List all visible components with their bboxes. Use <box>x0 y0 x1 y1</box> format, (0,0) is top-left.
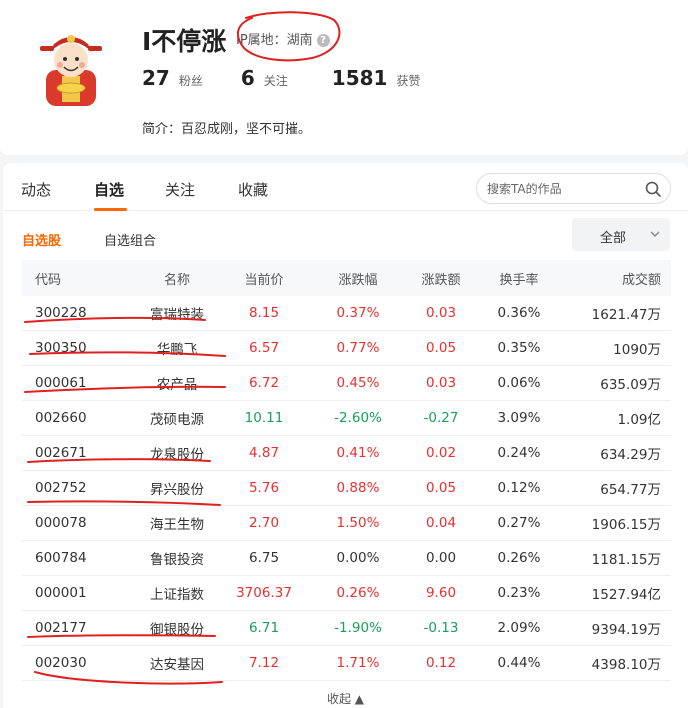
chevron-down-icon <box>650 231 660 237</box>
cell-volume: 1090万 <box>613 342 661 358</box>
header-price[interactable]: 当前价 <box>207 260 321 296</box>
cell-price: 10.11 <box>244 410 284 426</box>
table-row[interactable]: 300350 华鹏飞 6.57 0.77% 0.05 0.35% 1090万 <box>21 331 671 366</box>
tab-dynamics[interactable]: 动态 <box>21 179 51 200</box>
likes-count: 1581 <box>331 66 388 90</box>
profile-card: I不停涨 IP属地：湖南? 27 粉丝 6 关注 1581 获赞 简介：百忍成刚… <box>0 0 688 155</box>
tab-favorites[interactable]: 收藏 <box>238 179 268 200</box>
cell-volume: 635.09万 <box>600 377 661 393</box>
table-row[interactable]: 002671 龙泉股份 4.87 0.41% 0.02 0.24% 634.29万 <box>21 436 671 471</box>
header-code: 代码 <box>35 272 62 288</box>
tab-bar: 动态 自选 关注 收藏 <box>3 163 688 211</box>
cell-price: 6.75 <box>248 550 280 566</box>
filter-label: 全部 <box>600 231 627 246</box>
table-row[interactable]: 300228 富瑞特装 8.15 0.37% 0.03 0.36% 1621.47万 <box>21 296 671 331</box>
cell-turnover: 2.09% <box>497 620 541 636</box>
content-panel: 动态 自选 关注 收藏 自选股 自选组合 全部 代码 名称 当前价 涨跌幅 涨跌… <box>3 163 688 708</box>
ip-location-text: IP属地：湖南 <box>236 33 313 48</box>
cell-price: 6.57 <box>248 340 280 356</box>
cell-turnover: 3.09% <box>497 410 541 426</box>
collapse-button[interactable]: 收起 ▲ <box>3 690 688 707</box>
cell-turnover: 0.12% <box>497 480 541 496</box>
table-row[interactable]: 600784 鲁银投资 6.75 0.00% 0.00 0.26% 1181.15万 <box>21 541 671 576</box>
stock-table: 代码 名称 当前价 涨跌幅 涨跌额 换手率 成交额 300228 富瑞特装 8.15… <box>21 260 671 681</box>
search-box <box>476 173 671 204</box>
search-input[interactable] <box>487 180 637 198</box>
cell-volume: 634.29万 <box>600 447 661 463</box>
subtab-portfolios[interactable]: 自选组合 <box>104 230 156 249</box>
cell-volume: 1181.15万 <box>591 552 661 568</box>
table-row[interactable]: 002177 御银股份 6.71 -1.90% -0.13 2.09% 9394.19万 <box>21 611 671 646</box>
cell-price: 6.71 <box>248 620 280 636</box>
cell-price: 6.72 <box>248 375 280 391</box>
cell-turnover: 0.27% <box>497 515 541 531</box>
tab-following[interactable]: 关注 <box>165 179 195 200</box>
cell-price: 7.12 <box>248 655 280 671</box>
cell-code[interactable]: 000078 <box>35 506 87 540</box>
cell-volume: 654.77万 <box>600 482 661 498</box>
header-volume[interactable]: 成交额 <box>622 260 661 296</box>
cell-turnover: 0.44% <box>497 655 541 671</box>
cell-turnover: 0.23% <box>497 585 541 601</box>
cell-volume: 1527.94亿 <box>591 587 661 603</box>
search-icon[interactable] <box>644 180 662 198</box>
filter-dropdown[interactable]: 全部 <box>572 218 670 251</box>
cell-volume: 1.09亿 <box>617 412 661 428</box>
cell-price: 3706.37 <box>236 585 292 601</box>
cell-code[interactable]: 002030 <box>35 646 87 680</box>
cell-price: 4.87 <box>248 445 280 461</box>
cell-code[interactable]: 000001 <box>35 576 87 610</box>
avatar[interactable] <box>36 30 106 108</box>
table-row[interactable]: 000061 农产品 6.72 0.45% 0.03 0.06% 635.09万 <box>21 366 671 401</box>
active-tab-indicator <box>94 208 127 211</box>
cell-volume: 9394.19万 <box>591 622 661 638</box>
following-count[interactable]: 6 <box>241 66 255 90</box>
likes-label: 获赞 <box>396 74 421 88</box>
profile-intro: 简介：百忍成刚，坚不可摧。 <box>142 122 312 137</box>
cell-code[interactable]: 600784 <box>35 541 87 575</box>
cell-turnover: 0.06% <box>497 375 541 391</box>
ip-location: IP属地：湖南? <box>236 29 330 48</box>
cell-price: 8.15 <box>248 305 280 321</box>
username: I不停涨 <box>142 27 227 56</box>
following-label[interactable]: 关注 <box>264 72 288 89</box>
table-body: 300228 富瑞特装 8.15 0.37% 0.03 0.36% 1621.47万 3003… <box>21 296 671 681</box>
cell-code[interactable]: 002671 <box>35 436 87 470</box>
cell-volume: 4398.10万 <box>591 657 661 673</box>
cell-code[interactable]: 000061 <box>35 366 87 400</box>
cell-price: 5.76 <box>248 480 280 496</box>
header-turnover[interactable]: 换手率 <box>461 260 577 296</box>
cell-turnover: 0.36% <box>497 305 541 321</box>
cell-code[interactable]: 002177 <box>35 611 87 645</box>
table-row[interactable]: 000078 海王生物 2.70 1.50% 0.04 0.27% 1906.15万 <box>21 506 671 541</box>
followers-count[interactable]: 27 <box>142 66 170 90</box>
cell-code[interactable]: 300228 <box>35 296 87 330</box>
table-row[interactable]: 002660 茂硕电源 10.11 -2.60% -0.27 3.09% 1.09亿 <box>21 401 671 436</box>
cell-code[interactable]: 002660 <box>35 401 87 435</box>
profile-stats: 27 粉丝 6 关注 1581 获赞 <box>142 66 420 90</box>
tab-watchlist[interactable]: 自选 <box>94 179 124 200</box>
table-header: 代码 名称 当前价 涨跌幅 涨跌额 换手率 成交额 <box>21 260 671 296</box>
cell-code[interactable]: 002752 <box>35 471 87 505</box>
cell-volume: 1621.47万 <box>591 307 661 323</box>
table-row[interactable]: 002752 昇兴股份 5.76 0.88% 0.05 0.12% 654.77万 <box>21 471 671 506</box>
table-row[interactable]: 002030 达安基因 7.12 1.71% 0.12 0.44% 4398.10万 <box>21 646 671 681</box>
question-circle-icon[interactable]: ? <box>316 34 330 47</box>
cell-turnover: 0.24% <box>497 445 541 461</box>
subtab-stocks[interactable]: 自选股 <box>22 230 61 249</box>
cell-code[interactable]: 300350 <box>35 331 87 365</box>
cell-volume: 1906.15万 <box>591 517 661 533</box>
cell-price: 2.70 <box>248 515 280 531</box>
cell-turnover: 0.35% <box>497 340 541 356</box>
cell-turnover: 0.26% <box>497 550 541 566</box>
table-row[interactable]: 000001 上证指数 3706.37 0.26% 9.60 0.23% 1527.94亿 <box>21 576 671 611</box>
followers-label[interactable]: 粉丝 <box>179 72 203 89</box>
